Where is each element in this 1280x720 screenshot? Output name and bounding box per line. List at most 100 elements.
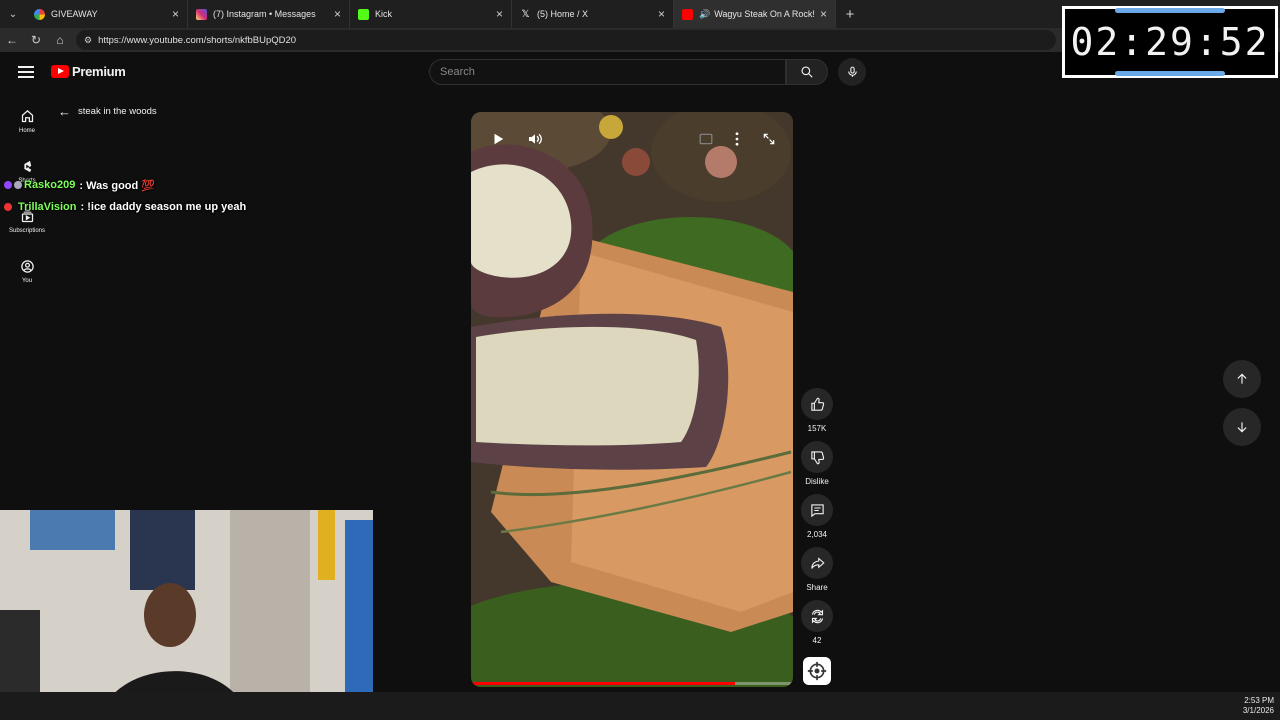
close-tab-icon[interactable]: × <box>658 7 665 21</box>
video-progress-fill <box>471 682 736 685</box>
captions-button[interactable] <box>697 130 715 148</box>
dislike-button[interactable] <box>801 441 833 473</box>
tab-title: (7) Instagram • Messages <box>213 9 316 19</box>
dislike-action: Dislike <box>801 441 833 486</box>
stream-timer-overlay: 02:29:52 <box>1062 6 1278 78</box>
remix-count: 42 <box>812 636 822 645</box>
chat-message: Rasko209 : Was good 💯 <box>4 174 246 196</box>
close-tab-icon[interactable]: × <box>496 7 503 21</box>
search-input[interactable]: Search <box>429 59 786 85</box>
youtube-logo[interactable]: Premium <box>51 64 126 79</box>
tab-list-chevron-icon[interactable]: ⌄ <box>0 0 26 28</box>
like-button[interactable] <box>801 388 833 420</box>
share-arrow-icon <box>810 556 825 569</box>
crosshair-icon <box>807 661 827 681</box>
tab-youtube-active[interactable]: 🔊 Wagyu Steak On A Rock! wild × <box>674 0 836 28</box>
comments-button[interactable] <box>801 494 833 526</box>
thumbs-up-icon <box>810 397 824 411</box>
back-arrow-icon: ← <box>58 104 71 119</box>
video-progress-bar[interactable] <box>471 682 793 685</box>
site-info-icon[interactable]: ⚙ <box>84 35 92 46</box>
remix-button[interactable] <box>801 600 833 632</box>
kick-favicon-icon <box>358 8 369 20</box>
tab-kick[interactable]: Kick × <box>350 0 512 28</box>
chat-badge-icon <box>4 181 12 189</box>
clock-time: 2:53 PM <box>1244 696 1274 705</box>
you-icon <box>20 259 34 273</box>
microphone-icon <box>847 66 857 77</box>
tab-instagram[interactable]: (7) Instagram • Messages × <box>188 0 350 28</box>
url-field[interactable]: ⚙ https://www.youtube.com/shorts/nkfbBUp… <box>76 30 1056 50</box>
search-placeholder: Search <box>440 66 475 78</box>
tab-title: Kick <box>375 9 393 19</box>
like-count: 157K <box>807 424 827 433</box>
chat-username: TrillaVision <box>18 201 77 213</box>
share-button[interactable] <box>801 547 833 579</box>
search-back-link[interactable]: ← steak in the woods <box>58 104 157 119</box>
tab-title: Wagyu Steak On A Rock! wild <box>714 9 816 19</box>
share-action: Share <box>801 547 833 592</box>
fullscreen-button[interactable] <box>760 130 778 148</box>
fullscreen-icon <box>763 133 775 145</box>
like-action: 157K <box>801 388 833 433</box>
chat-username: Rasko209 <box>24 179 76 191</box>
more-options-button[interactable] <box>728 130 746 148</box>
webcam-image <box>0 510 373 720</box>
volume-icon <box>529 133 542 145</box>
chat-message: TrillaVision : !ice daddy season me up y… <box>4 196 246 218</box>
tab-giveaway[interactable]: GIVEAWAY × <box>26 0 188 28</box>
tab-x[interactable]: 𝕏 (5) Home / X × <box>512 0 674 28</box>
home-icon <box>21 109 33 122</box>
webcam-overlay <box>0 510 373 720</box>
chat-text: : !ice daddy season me up yeah <box>80 201 247 213</box>
chat-badge-icon <box>4 203 12 211</box>
guide-label: Home <box>18 127 35 134</box>
remix-action: 42 <box>801 600 833 645</box>
sound-thumbnail-button[interactable] <box>803 657 831 685</box>
speaker-icon[interactable]: 🔊 <box>699 9 710 20</box>
home-icon[interactable]: ⌂ <box>48 33 72 47</box>
more-vertical-icon <box>735 132 739 146</box>
logo-text: Premium <box>72 64 126 79</box>
youtube-play-logo-icon <box>51 65 69 78</box>
taskbar: 2:53 PM 3/1/2026 <box>0 692 1280 720</box>
search-icon <box>801 66 813 78</box>
guide-item-you[interactable]: You <box>0 246 54 296</box>
video-controls <box>471 112 793 166</box>
tab-title: GIVEAWAY <box>51 9 98 19</box>
reload-icon[interactable]: ↻ <box>24 33 48 47</box>
timer-accent-bar <box>1115 8 1225 13</box>
new-tab-button[interactable]: + <box>836 6 864 23</box>
tab-title: (5) Home / X <box>537 9 589 19</box>
play-icon <box>494 133 504 145</box>
close-tab-icon[interactable]: × <box>334 7 341 21</box>
arrow-up-icon <box>1237 373 1247 384</box>
volume-button[interactable] <box>526 130 544 148</box>
clock-date: 3/1/2026 <box>1242 706 1274 715</box>
previous-short-button[interactable] <box>1223 360 1261 398</box>
guide-label: Subscriptions <box>8 227 46 234</box>
guide-item-home[interactable]: Home <box>0 96 54 146</box>
back-icon[interactable]: ← <box>0 33 24 47</box>
search-query-label: steak in the woods <box>78 106 157 117</box>
timer-accent-bar <box>1115 71 1225 76</box>
search-button[interactable] <box>786 59 828 85</box>
url-text: https://www.youtube.com/shorts/nkfbBUpQD… <box>98 34 297 46</box>
shorts-action-bar: 157K Dislike 2,034 Share 42 <box>801 388 833 653</box>
guide-label: You <box>21 277 33 284</box>
play-button[interactable] <box>489 130 507 148</box>
menu-icon[interactable] <box>18 66 34 78</box>
close-tab-icon[interactable]: × <box>820 7 827 21</box>
next-short-button[interactable] <box>1223 408 1261 446</box>
comment-icon <box>810 503 824 517</box>
video-frame-image <box>471 112 793 687</box>
system-clock[interactable]: 2:53 PM 3/1/2026 <box>1243 696 1274 716</box>
comments-action: 2,034 <box>801 494 833 539</box>
shorts-video-player[interactable] <box>471 112 793 687</box>
close-tab-icon[interactable]: × <box>172 7 179 21</box>
captions-icon <box>699 133 713 145</box>
stream-chat-overlay: Rasko209 : Was good 💯 TrillaVision : !ic… <box>4 174 246 218</box>
google-favicon-icon <box>34 8 45 20</box>
voice-search-button[interactable] <box>838 58 866 86</box>
chat-badge-icon <box>14 181 22 189</box>
